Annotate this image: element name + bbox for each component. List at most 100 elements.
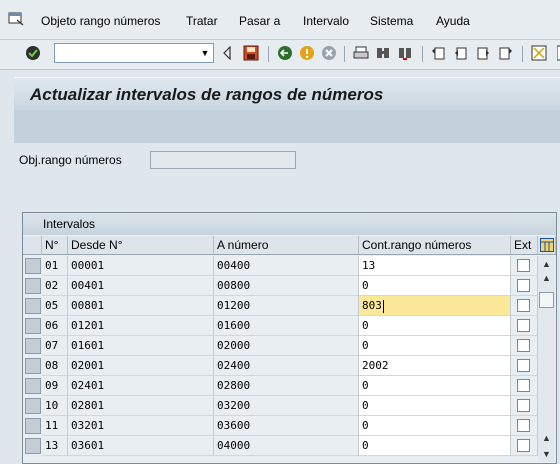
cancel-icon[interactable] [320,44,338,62]
scroll-thumb[interactable] [539,292,554,308]
ext-checkbox[interactable] [517,319,530,332]
toolbar-separator [522,46,523,62]
row-selector[interactable] [25,258,41,274]
cell-ext [511,316,538,336]
cell-desde: 03201 [68,416,214,436]
layout-icon[interactable] [552,44,560,62]
chevron-down-icon[interactable]: ▼ [199,47,211,59]
scroll-up-page-icon[interactable]: ▲ [540,272,553,284]
create-session-icon[interactable] [530,44,548,62]
cell-desde: 02001 [68,356,214,376]
cell-cont[interactable]: 13 [359,256,511,276]
ext-checkbox[interactable] [517,299,530,312]
row-selector[interactable] [25,418,41,434]
intervals-table: Intervalos N° Desde N° A número Cont.ran… [22,212,557,464]
column-header-ext[interactable]: Ext [511,236,538,255]
cell-a-numero: 04000 [214,436,359,456]
column-header-desde[interactable]: Desde N° [68,236,214,255]
cell-cont[interactable]: 0 [359,376,511,396]
row-selector[interactable] [25,278,41,294]
ext-checkbox[interactable] [517,379,530,392]
row-selector[interactable] [25,318,41,334]
cell-cont[interactable]: 0 [359,396,511,416]
vertical-scrollbar[interactable]: ▲ ▲ ▲ ▼ [538,256,555,462]
triangle-left-icon[interactable] [218,44,236,62]
cell-cont[interactable]: 0 [359,416,511,436]
row-selector[interactable] [25,398,41,414]
menu-item-sistema[interactable]: Sistema [370,14,413,28]
application-toolbar [14,110,560,143]
find-icon[interactable] [374,44,392,62]
row-selector[interactable] [25,298,41,314]
menu-item-ayuda[interactable]: Ayuda [436,14,470,28]
ext-checkbox[interactable] [517,399,530,412]
select-all-header[interactable] [23,236,42,255]
last-page-icon[interactable] [496,44,514,62]
cell-cont[interactable]: 0 [359,436,511,456]
table-row: 05 00801 01200 803 [23,296,556,316]
row-selector[interactable] [25,338,41,354]
print-icon[interactable] [352,44,370,62]
menu-item-tratar[interactable]: Tratar [186,14,218,28]
cell-desde: 00401 [68,276,214,296]
cell-a-numero: 00800 [214,276,359,296]
save-icon[interactable] [242,44,260,62]
cell-desde: 01601 [68,336,214,356]
cell-desde: 01201 [68,316,214,336]
cell-ext [511,376,538,396]
cell-cont[interactable]: 0 [359,336,511,356]
next-page-icon[interactable] [474,44,492,62]
obj-rango-field[interactable] [150,151,296,169]
ext-checkbox[interactable] [517,359,530,372]
cell-a-numero: 00400 [214,256,359,276]
row-selector[interactable] [25,378,41,394]
cell-ext [511,396,538,416]
cell-desde: 02801 [68,396,214,416]
scroll-up-icon[interactable]: ▲ [540,258,553,270]
table-row: 02 00401 00800 0 [23,276,556,296]
previous-page-icon[interactable] [452,44,470,62]
row-selector[interactable] [25,438,41,454]
cell-a-numero: 03600 [214,416,359,436]
menu-item-intervalo[interactable]: Intervalo [303,14,349,28]
back-icon[interactable] [276,44,294,62]
cell-ext [511,436,538,456]
cell-cont[interactable]: 0 [359,276,511,296]
ext-checkbox[interactable] [517,419,530,432]
ext-checkbox[interactable] [517,339,530,352]
cell-ext [511,336,538,356]
column-header-n[interactable]: N° [42,236,68,255]
cell-cont[interactable]: 803 [359,296,511,316]
first-page-icon[interactable] [430,44,448,62]
menu-item-objeto[interactable]: Objeto rango números [41,14,160,28]
table-settings-icon[interactable] [538,236,556,255]
enter-icon[interactable] [24,44,42,62]
cell-n: 06 [42,316,68,336]
column-header-cont[interactable]: Cont.rango números [359,236,511,255]
command-field[interactable]: ▼ [54,43,214,63]
cell-desde: 02401 [68,376,214,396]
ext-checkbox[interactable] [517,259,530,272]
column-header-a-numero[interactable]: A número [214,236,359,255]
ext-checkbox[interactable] [517,279,530,292]
scroll-down-page-icon[interactable]: ▲ [540,432,553,444]
menu-icon[interactable] [8,12,24,26]
cell-cont[interactable]: 0 [359,316,511,336]
text-cursor [382,299,384,313]
cell-desde: 03601 [68,436,214,456]
scroll-down-icon[interactable]: ▼ [540,448,553,460]
row-selector[interactable] [25,358,41,374]
cell-n: 02 [42,276,68,296]
cell-a-numero: 02800 [214,376,359,396]
table-row: 09 02401 02800 0 [23,376,556,396]
cell-ext [511,256,538,276]
cell-n: 10 [42,396,68,416]
cell-n: 07 [42,336,68,356]
find-next-icon[interactable] [396,44,414,62]
ext-checkbox[interactable] [517,439,530,452]
menu-item-pasar-a[interactable]: Pasar a [239,14,280,28]
cell-n: 13 [42,436,68,456]
cell-n: 11 [42,416,68,436]
cell-cont[interactable]: 2002 [359,356,511,376]
exit-icon[interactable] [298,44,316,62]
